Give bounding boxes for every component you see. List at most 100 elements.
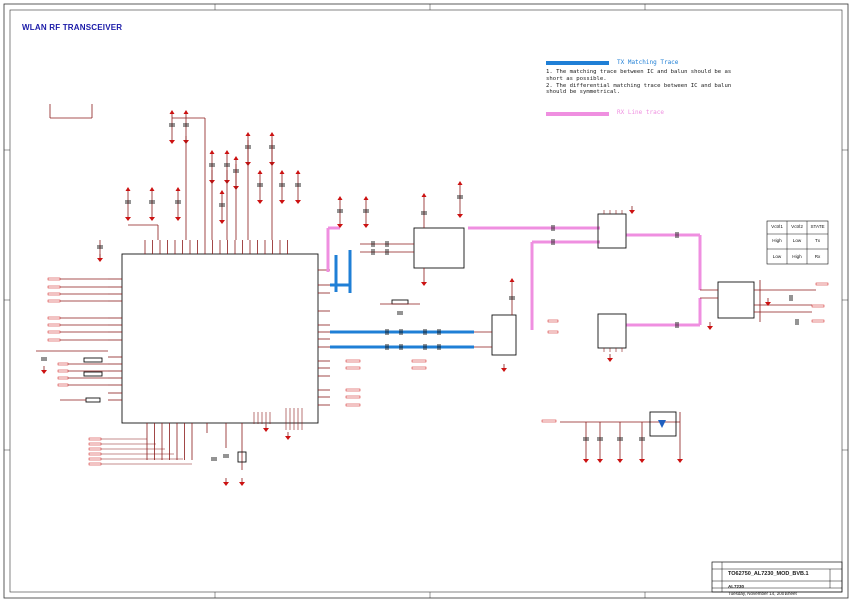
ground-symbol bbox=[279, 200, 285, 204]
tx-legend-text: TX Matching Trace bbox=[617, 59, 679, 66]
tt-header-1: Vctrl1 bbox=[771, 224, 783, 229]
power-symbol bbox=[219, 190, 225, 194]
net-label-mark bbox=[547, 330, 559, 334]
net-label-mark bbox=[47, 285, 61, 289]
ground-symbol bbox=[263, 428, 269, 432]
ground-symbol bbox=[707, 326, 713, 330]
ground-symbol bbox=[629, 210, 635, 214]
ground-symbol bbox=[457, 214, 463, 218]
net-label-mark bbox=[47, 323, 61, 327]
power-symbol bbox=[149, 187, 155, 191]
net-label-mark bbox=[88, 437, 102, 441]
ground-symbol bbox=[607, 358, 613, 362]
power-symbol bbox=[125, 187, 131, 191]
net-label-mark bbox=[411, 366, 427, 370]
ground-symbol bbox=[639, 459, 645, 463]
net-label-mark bbox=[88, 447, 102, 451]
power-symbol bbox=[421, 193, 427, 197]
net-label-mark bbox=[345, 388, 361, 392]
net-label-mark bbox=[47, 299, 61, 303]
power-symbol bbox=[169, 110, 175, 114]
sheet-border-inner bbox=[9, 9, 843, 593]
net-label-mark bbox=[88, 452, 102, 456]
title-block-date: Tuesday, November 14, 2007 bbox=[728, 591, 787, 596]
tt-header-3: STATE bbox=[810, 224, 825, 229]
net-label-mark bbox=[345, 395, 361, 399]
net-label-mark bbox=[57, 376, 69, 380]
ground-symbol bbox=[41, 370, 47, 374]
net-label-mark bbox=[88, 457, 102, 461]
resistor bbox=[85, 397, 101, 403]
title-block-project: TO62750_AL7230_MOD_BVB.1 bbox=[728, 571, 809, 577]
tt-r1-c1: High bbox=[772, 238, 782, 243]
tt-r2-c3: Rx bbox=[814, 254, 821, 259]
power-symbol bbox=[295, 170, 301, 174]
rf-switch-upper bbox=[597, 213, 627, 249]
ground-symbol bbox=[421, 282, 427, 286]
schematic-canvas bbox=[3, 3, 849, 599]
regulator-diode bbox=[658, 420, 666, 428]
power-symbol bbox=[269, 132, 275, 136]
legend-note-2b: should be symmetrical. bbox=[546, 89, 621, 95]
net-label-mark bbox=[47, 316, 61, 320]
legend-note-1b: short as possible. bbox=[546, 76, 607, 82]
tt-r2-c2: High bbox=[792, 254, 802, 259]
sheet-border-outer bbox=[3, 3, 849, 599]
tt-r1-c2: Low bbox=[792, 238, 802, 243]
rx-legend-label: RX Line trace bbox=[617, 109, 664, 116]
net-label-mark bbox=[345, 359, 361, 363]
power-symbol bbox=[224, 150, 230, 154]
resistor bbox=[391, 299, 409, 305]
balun-upper bbox=[413, 227, 465, 269]
power-symbol bbox=[245, 132, 251, 136]
ground-symbol bbox=[295, 200, 301, 204]
main-transceiver-ic bbox=[121, 253, 319, 424]
net-label-mark bbox=[811, 304, 825, 308]
power-symbol bbox=[257, 170, 263, 174]
ground-symbol bbox=[501, 368, 507, 372]
net-label-mark bbox=[88, 442, 102, 446]
net-label-mark bbox=[47, 330, 61, 334]
balun-middle bbox=[491, 314, 517, 356]
net-label-mark bbox=[57, 383, 69, 387]
net-label-mark bbox=[47, 292, 61, 296]
ground-symbol bbox=[125, 217, 131, 221]
rx-legend-text: RX Line trace bbox=[617, 109, 664, 116]
legend-note-1: 1. The matching trace between IC and bal… bbox=[546, 69, 732, 75]
ground-symbol bbox=[583, 459, 589, 463]
net-label-mark bbox=[47, 277, 61, 281]
power-symbol bbox=[337, 196, 343, 200]
tt-r1-c3: Tx bbox=[814, 238, 821, 243]
ground-symbol bbox=[223, 482, 229, 486]
ground-symbol bbox=[175, 217, 181, 221]
title-block-sheet: Sheet bbox=[785, 591, 797, 596]
ground-symbol bbox=[617, 459, 623, 463]
net-label-mark bbox=[547, 319, 559, 323]
ground-symbol bbox=[219, 220, 225, 224]
net-label-mark bbox=[345, 366, 361, 370]
ground-symbol bbox=[97, 258, 103, 262]
resistor bbox=[83, 371, 103, 377]
net-label-mark bbox=[345, 403, 361, 407]
schematic-sheet: WLAN RF TRANSCEIVER TX Matching Trace 1.… bbox=[0, 0, 852, 602]
tt-header-2: Vctrl2 bbox=[791, 224, 803, 229]
power-symbol bbox=[279, 170, 285, 174]
ground-symbol bbox=[363, 224, 369, 228]
power-symbol bbox=[233, 156, 239, 160]
net-label-mark bbox=[815, 282, 829, 286]
tx-legend-label: TX Matching Trace bbox=[617, 59, 678, 66]
ground-symbol bbox=[239, 482, 245, 486]
net-label-mark bbox=[811, 319, 825, 323]
power-symbol bbox=[183, 110, 189, 114]
power-symbol bbox=[457, 181, 463, 185]
net-label-mark bbox=[47, 338, 61, 342]
power-symbol bbox=[209, 150, 215, 154]
ground-symbol bbox=[149, 217, 155, 221]
title-block-part: AL7230 bbox=[728, 584, 745, 589]
ground-symbol bbox=[257, 200, 263, 204]
power-symbol bbox=[363, 196, 369, 200]
power-symbol bbox=[509, 278, 515, 282]
sheet-title: WLAN RF TRANSCEIVER bbox=[22, 23, 123, 32]
output-ic bbox=[717, 281, 755, 319]
net-label-mark bbox=[88, 462, 102, 466]
